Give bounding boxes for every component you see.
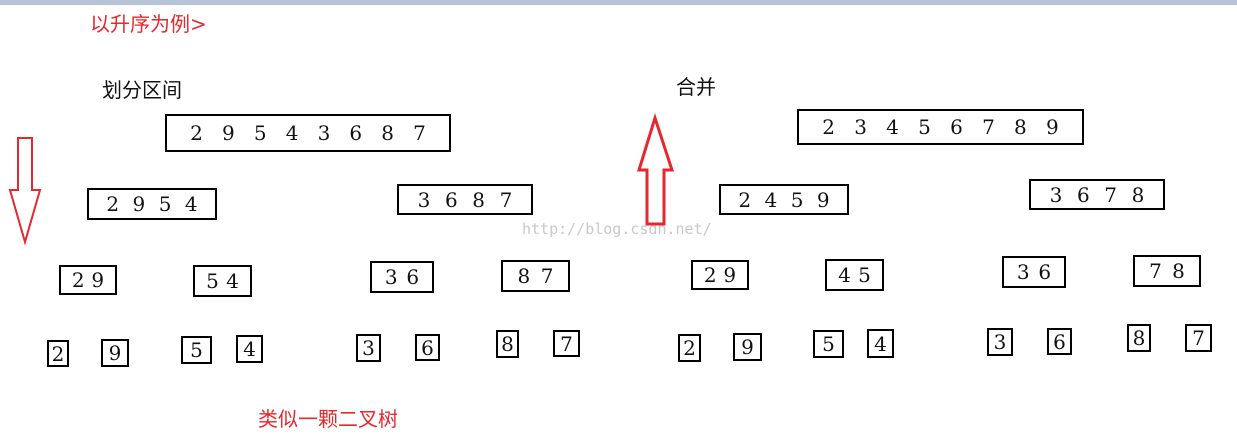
box-number: 3 [1016, 260, 1030, 284]
box-number: 9 [1046, 115, 1059, 139]
box-number: 3 [1049, 182, 1063, 207]
box-number: 9 [816, 187, 830, 212]
box-number: 2 [703, 263, 717, 287]
binary-tree-note: 类似一颗二叉树 [258, 407, 398, 431]
box-number: 4 [838, 263, 851, 287]
merge-level2-box: 45 [825, 259, 884, 291]
split-level2-box: 87 [501, 260, 570, 292]
box-number: 6 [950, 115, 963, 139]
box-number: 5 [918, 115, 931, 139]
box-number: 2 [106, 192, 120, 216]
merge-title: 合并 [676, 75, 716, 99]
box-number: 6 [349, 121, 363, 145]
box-number: 8 [517, 264, 531, 288]
split-title: 划分区间 [102, 78, 182, 102]
box-number: 4 [226, 269, 239, 293]
split-level2-box: 54 [193, 265, 252, 297]
merge-up-arrow-icon [636, 113, 675, 226]
split-level1-box-left: 2954 [87, 188, 217, 220]
box-number: 7 [1104, 182, 1118, 207]
box-number: 6 [1076, 182, 1090, 207]
merge-leaf-box: 8 [1127, 324, 1151, 352]
merge-level2-box: 36 [1002, 256, 1066, 288]
box-number: 4 [886, 115, 899, 139]
merge-leaf-box: 2 [678, 334, 701, 362]
box-number: 7 [540, 264, 554, 288]
split-level1-box-right: 3687 [397, 184, 533, 215]
split-leaf-box: 2 [47, 340, 69, 367]
box-number: 7 [499, 187, 513, 212]
split-leaf-box: 5 [181, 336, 212, 364]
box-number: 7 [1149, 259, 1162, 283]
box-number: 9 [132, 192, 146, 216]
box-number: 3 [417, 187, 431, 212]
box-number: 7 [982, 115, 995, 139]
box-number: 4 [184, 192, 198, 216]
merge-leaf-box: 6 [1047, 328, 1072, 355]
box-number: 4 [285, 121, 299, 145]
box-number: 5 [206, 269, 219, 293]
split-down-arrow-icon [8, 137, 42, 246]
box-number: 3 [854, 115, 867, 139]
split-leaf-box: 3 [356, 334, 381, 362]
split-level2-box: 36 [370, 261, 434, 293]
box-number: 4 [764, 187, 778, 212]
box-number: 9 [221, 121, 235, 145]
merge-leaf-box: 5 [813, 330, 844, 358]
merge-leaf-box: 4 [867, 329, 894, 358]
box-number: 3 [384, 265, 398, 289]
box-number: 8 [1014, 115, 1027, 139]
box-number: 7 [413, 121, 426, 145]
box-number: 6 [444, 187, 458, 212]
box-number: 8 [1131, 182, 1145, 207]
box-number: 5 [858, 263, 871, 287]
box-number: 3 [317, 121, 331, 145]
box-number: 8 [381, 121, 395, 145]
split-leaf-box: 8 [496, 330, 519, 358]
merge-level2-box: 78 [1133, 255, 1201, 287]
merge-level2-box: 29 [691, 260, 749, 290]
box-number: 2 [822, 115, 835, 139]
split-leaf-box: 4 [236, 335, 263, 363]
merge-leaf-box: 3 [987, 328, 1013, 356]
split-leaf-box: 6 [415, 334, 440, 361]
split-leaf-box: 9 [101, 339, 129, 367]
merge-leaf-box: 7 [1185, 324, 1212, 352]
box-number: 2 [738, 187, 752, 212]
merge-level1-box-left: 2459 [719, 184, 849, 215]
merge-leaf-box: 9 [733, 333, 762, 361]
box-number: 9 [91, 268, 105, 292]
ascending-order-note: 以升序为例> [90, 12, 207, 36]
split-leaf-box: 7 [553, 330, 580, 357]
split-level0-box: 29543687 [165, 114, 451, 152]
box-number: 2 [71, 268, 85, 292]
merge-level1-box-right: 3678 [1029, 179, 1165, 210]
box-number: 5 [253, 121, 267, 145]
box-number: 8 [1172, 259, 1185, 283]
box-number: 2 [190, 121, 203, 145]
box-number: 8 [472, 187, 486, 212]
box-number: 6 [406, 265, 420, 289]
merge-level0-box: 23456789 [797, 109, 1084, 145]
box-number: 9 [723, 263, 737, 287]
box-number: 5 [790, 187, 804, 212]
split-level2-box: 29 [59, 265, 117, 295]
box-number: 5 [158, 192, 172, 216]
box-number: 6 [1038, 260, 1052, 284]
watermark: http://blog.csdn.net/ [522, 220, 712, 238]
top-border [0, 0, 1237, 5]
